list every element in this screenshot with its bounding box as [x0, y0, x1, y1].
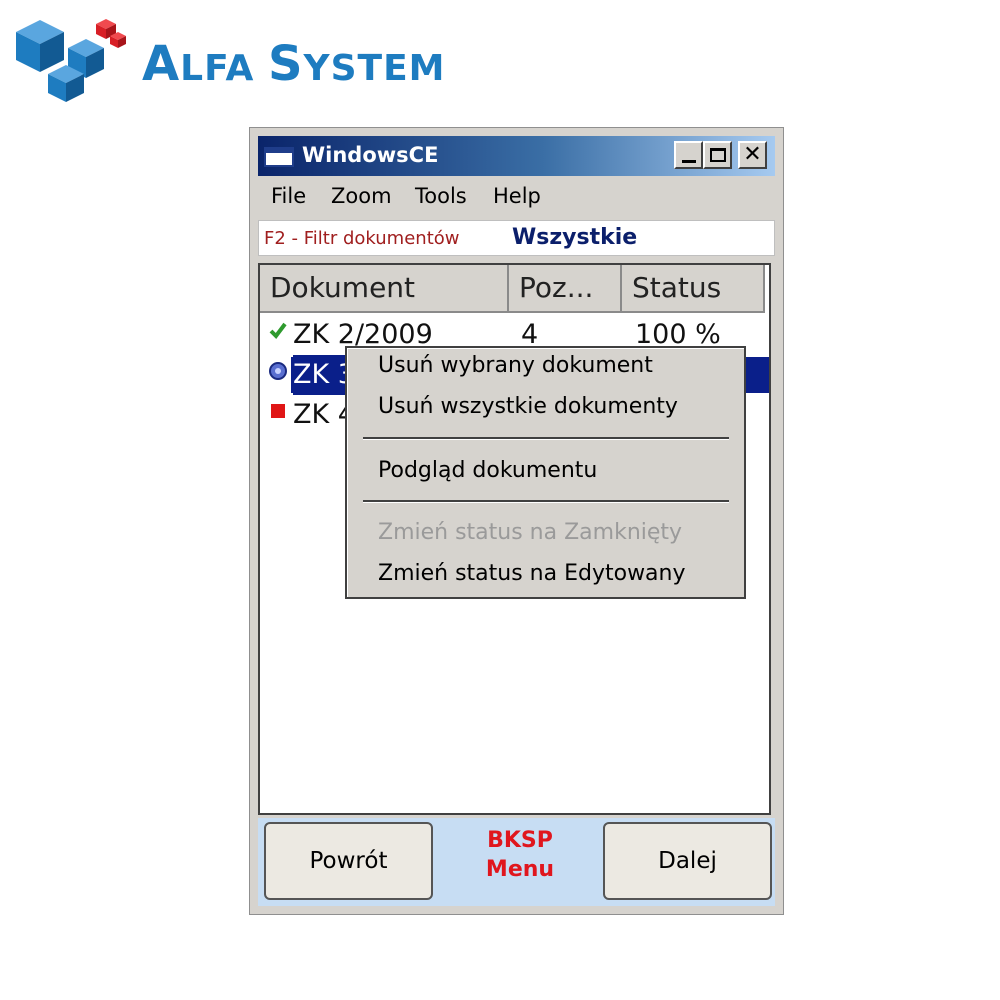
- filter-label: F2 - Filtr dokumentów: [264, 228, 460, 249]
- menu-item-preview[interactable]: Podgląd dokumentu: [378, 458, 597, 483]
- context-menu: Usuń wybrany dokument Usuń wszystkie dok…: [345, 346, 746, 599]
- menu-item-set-edited[interactable]: Zmień status na Edytowany: [378, 561, 686, 586]
- key-hint-line2: Menu: [485, 857, 555, 882]
- key-hint: BKSP Menu: [445, 826, 595, 884]
- bottom-bar: Powrót BKSP Menu Dalej: [258, 818, 775, 906]
- minimize-icon: [681, 159, 696, 163]
- document-filter-bar[interactable]: F2 - Filtr dokumentów Wszystkie: [258, 220, 775, 256]
- minimize-button[interactable]: [674, 141, 703, 169]
- maximize-button[interactable]: [703, 141, 732, 169]
- logo-wordmark: ALFA SYSTEM: [142, 36, 446, 92]
- menu-separator: [363, 500, 729, 503]
- menu-help[interactable]: Help: [493, 184, 541, 208]
- menu-item-delete-all[interactable]: Usuń wszystkie dokumenty: [378, 394, 678, 419]
- close-icon: ✕: [743, 142, 762, 167]
- alfa-system-logo: ALFA SYSTEM: [14, 10, 514, 102]
- column-header-document[interactable]: Dokument: [260, 265, 509, 313]
- menu-item-delete-selected[interactable]: Usuń wybrany dokument: [378, 353, 653, 378]
- checkmark-icon: [269, 322, 287, 340]
- title-bar[interactable]: WindowsCE ✕: [258, 136, 775, 176]
- column-header-status[interactable]: Status: [622, 265, 765, 313]
- next-button[interactable]: Dalej: [603, 822, 772, 900]
- menu-item-set-closed: Zmień status na Zamknięty: [378, 520, 683, 545]
- menu-separator: [363, 437, 729, 440]
- key-hint-line1: BKSP: [487, 828, 553, 853]
- maximize-icon: [709, 148, 726, 162]
- back-button[interactable]: Powrót: [264, 822, 433, 900]
- close-button[interactable]: ✕: [738, 141, 767, 169]
- window-title: WindowsCE: [302, 143, 439, 167]
- column-header-positions[interactable]: Poz...: [509, 265, 622, 313]
- red-square-icon: [271, 404, 285, 418]
- in-progress-icon: [269, 362, 287, 380]
- menu-bar: File Zoom Tools Help: [258, 180, 775, 214]
- menu-tools[interactable]: Tools: [415, 184, 467, 208]
- filter-value: Wszystkie: [512, 225, 638, 250]
- window-icon: [264, 147, 294, 167]
- menu-zoom[interactable]: Zoom: [331, 184, 392, 208]
- menu-file[interactable]: File: [271, 184, 306, 208]
- cubes-logo-icon: [16, 19, 126, 102]
